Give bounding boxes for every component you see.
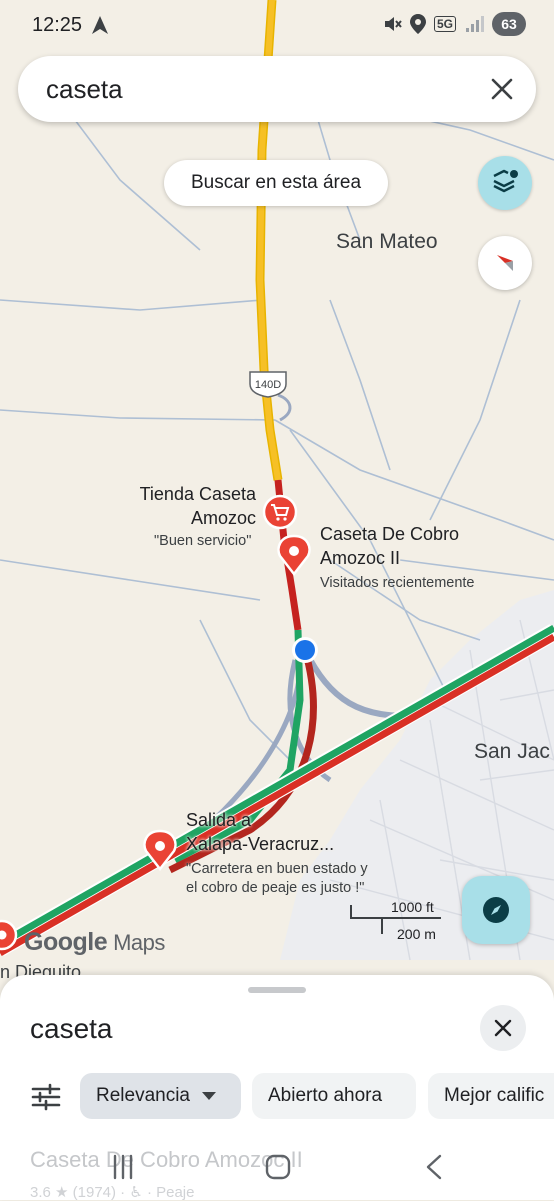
scale-metric: 200 m	[397, 926, 436, 942]
chip-open-now[interactable]: Abierto ahora	[252, 1073, 416, 1119]
close-icon	[494, 1019, 512, 1037]
compass-navigation-icon	[483, 897, 509, 923]
poi-name-line: Salida a	[186, 810, 252, 830]
chip-label: Mejor calific	[444, 1085, 545, 1106]
home-icon[interactable]	[265, 1154, 291, 1180]
drag-handle[interactable]	[248, 987, 306, 993]
user-location-dot	[292, 637, 318, 663]
status-bar: 12:25 5G 63	[0, 0, 554, 52]
poi-name-line: Amozoc II	[320, 548, 401, 568]
battery-indicator: 63	[492, 12, 526, 36]
poi-marker-tienda[interactable]	[262, 494, 298, 530]
chip-relevance-dropdown[interactable]: Relevancia	[80, 1073, 241, 1119]
place-label-san-jac: San Jac	[474, 740, 550, 763]
dropdown-triangle-icon	[202, 1092, 216, 1100]
results-title: caseta	[30, 1013, 113, 1044]
search-this-area-button[interactable]: Buscar en esta área	[164, 160, 388, 206]
poi-name-line: Amozoc	[190, 508, 256, 528]
poi-subtitle-salida: "Carretera en buen estado y el cobro de …	[186, 860, 368, 898]
logo-maps-text: Maps	[113, 930, 165, 955]
highway-shield-label: 140D	[255, 379, 281, 391]
poi-subtitle-caseta-cobro: Visitados recientemente	[320, 575, 475, 591]
poi-marker-offscreen[interactable]	[0, 919, 18, 951]
navigation-arrow-icon	[92, 16, 108, 34]
layers-icon	[493, 169, 518, 193]
poi-name-line: Tienda Caseta	[139, 484, 256, 504]
chip-top-rated[interactable]: Mejor calific	[428, 1073, 554, 1119]
poi-label-caseta-cobro[interactable]: Caseta De Cobro Amozoc II	[320, 522, 459, 570]
scale-imperial: 1000 ft	[391, 899, 434, 915]
compass-icon	[497, 255, 513, 271]
poi-name-line: Caseta De Cobro	[320, 524, 460, 544]
search-bar[interactable]: caseta	[18, 56, 536, 122]
status-time: 12:25	[32, 14, 83, 36]
signal-icon	[466, 16, 484, 32]
chip-label: Relevancia	[96, 1085, 190, 1106]
poi-name-line: Xalapa-Veracruz...	[186, 834, 335, 854]
poi-subtitle-line: el cobro de peaje es justo !"	[186, 880, 365, 896]
poi-subtitle-tienda: "Buen servicio"	[154, 533, 252, 549]
back-icon[interactable]	[426, 1154, 442, 1180]
close-results-button[interactable]	[480, 1005, 526, 1051]
poi-label-tienda[interactable]: Tienda Caseta Amozoc	[134, 482, 256, 530]
place-label-san-mateo: San Mateo	[336, 230, 438, 253]
chip-label: Abierto ahora	[268, 1085, 383, 1106]
my-location-button[interactable]	[462, 876, 530, 944]
layers-button[interactable]	[478, 156, 532, 210]
compass-button[interactable]	[478, 236, 532, 290]
logo-google-text: Google	[24, 928, 108, 956]
search-query[interactable]: caseta	[46, 74, 123, 105]
close-icon	[491, 78, 513, 100]
google-maps-logo: Google Maps	[24, 928, 165, 957]
system-navigation-bar	[113, 1154, 442, 1180]
mute-icon	[384, 17, 402, 31]
filter-sliders-icon[interactable]	[30, 1081, 62, 1113]
location-icon	[409, 14, 426, 34]
network-type: 5G	[433, 16, 456, 32]
poi-subtitle-line: "Carretera en buen estado y	[186, 861, 368, 877]
poi-label-salida[interactable]: Salida a Xalapa-Veracruz...	[186, 808, 334, 856]
clear-search-button[interactable]	[482, 69, 522, 109]
recent-apps-icon[interactable]	[113, 1154, 133, 1180]
